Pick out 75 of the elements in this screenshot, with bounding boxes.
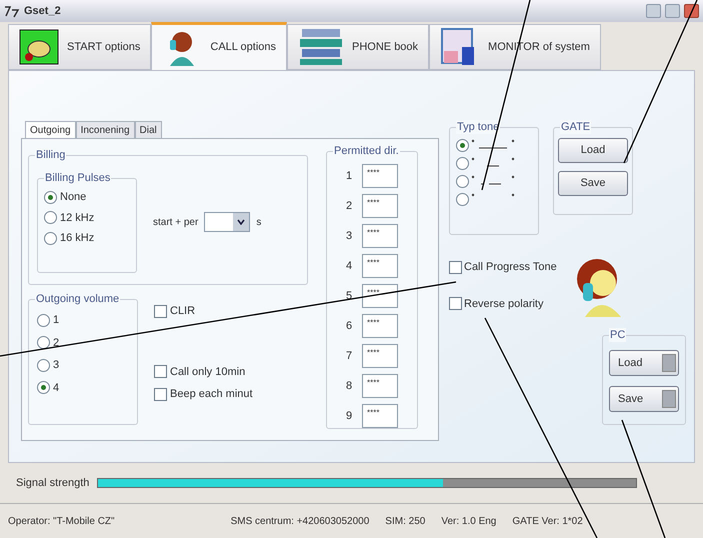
checkbox[interactable] — [154, 388, 167, 401]
row-number: 9 — [346, 408, 354, 424]
radio-label: 1 — [53, 313, 60, 328]
row-number: 3 — [346, 228, 354, 244]
row-number: 4 — [346, 258, 354, 274]
checkbox-label: Call only 10min — [170, 364, 246, 380]
pc-button[interactable]: Load — [609, 350, 679, 376]
checkbox[interactable] — [154, 365, 167, 378]
checkbox[interactable] — [449, 260, 462, 274]
gate-button[interactable]: Save — [558, 171, 628, 196]
radio-label: 3 — [53, 358, 60, 373]
radio-button[interactable] — [456, 138, 469, 152]
pc-button[interactable]: Save — [609, 386, 679, 412]
radio-label: 16 kHz — [60, 231, 94, 246]
number-field[interactable]: **** — [362, 344, 398, 368]
gate-version-text: GATE Ver: 1*02 — [512, 514, 583, 528]
checkbox[interactable] — [154, 304, 167, 318]
number-field[interactable]: **** — [362, 164, 398, 188]
row-number: 2 — [346, 198, 354, 214]
radio-button[interactable] — [37, 381, 50, 394]
sub-tab[interactable]: Dial — [134, 121, 162, 139]
version-text: Ver: 1.0 Eng — [441, 514, 496, 528]
group-title: Billing Pulses — [44, 171, 112, 185]
period-unit: s — [256, 216, 262, 230]
number-field[interactable]: **** — [362, 314, 398, 338]
sms-centre-text: SMS centrum: +420603052000 — [230, 514, 370, 528]
checkbox-label: CLIR — [170, 304, 196, 319]
sub-tab[interactable]: Outgoing — [25, 121, 76, 139]
row-number: 7 — [346, 348, 354, 364]
radio-label: None — [60, 190, 86, 205]
group-title: Billing — [35, 148, 66, 162]
radio-button[interactable] — [37, 314, 50, 327]
number-field[interactable]: **** — [362, 194, 398, 218]
group-title: PC — [609, 328, 626, 342]
row-number: 1 — [346, 168, 354, 184]
radio-button[interactable] — [44, 190, 57, 204]
window-title: Gset_2 — [24, 4, 61, 19]
period-dropdown[interactable] — [204, 212, 250, 232]
book-stack-icon — [298, 27, 344, 67]
number-field[interactable]: **** — [362, 374, 398, 398]
radio-label: 4 — [53, 380, 60, 396]
radio-button[interactable] — [456, 192, 469, 206]
row-number: 8 — [346, 378, 354, 394]
number-field[interactable]: **** — [362, 284, 398, 308]
checkbox[interactable] — [449, 297, 462, 310]
app-icon — [4, 4, 20, 18]
radio-button[interactable] — [37, 336, 50, 350]
signal-label: Signal strength — [16, 476, 90, 491]
main-tab[interactable]: CALL options — [151, 22, 288, 70]
checkbox-label: Reverse polarity — [464, 296, 544, 312]
group-title: Outgoing volume — [35, 292, 120, 306]
gate-button[interactable]: Load — [558, 138, 628, 163]
period-label: start + per — [153, 216, 198, 230]
sim-text: SIM: 250 — [385, 514, 426, 528]
number-field[interactable]: **** — [362, 224, 398, 248]
row-number: 6 — [346, 318, 354, 334]
sub-tab[interactable]: Inconening — [76, 121, 135, 139]
tone-pattern-icon — [471, 192, 515, 197]
checkbox-label: Beep each minut — [170, 387, 253, 402]
checkbox-label: Call Progress Tone — [464, 260, 557, 275]
radio-button[interactable] — [456, 156, 469, 170]
radio-label: 12 kHz — [60, 210, 94, 226]
group-title: GATE — [560, 120, 592, 134]
close-button[interactable] — [684, 4, 699, 18]
radio-button[interactable] — [44, 211, 57, 224]
number-field[interactable]: **** — [362, 404, 398, 428]
chevron-down-icon — [237, 219, 246, 225]
radio-button[interactable] — [37, 358, 50, 372]
radio-button[interactable] — [44, 232, 57, 245]
operator-text: Operator: "T-Mobile CZ" — [8, 514, 115, 528]
number-field[interactable]: **** — [362, 254, 398, 278]
radio-label: 2 — [53, 336, 60, 350]
radio-button[interactable] — [456, 174, 469, 188]
main-tab[interactable]: START options — [8, 24, 152, 70]
main-tab[interactable]: PHONE book — [287, 24, 430, 70]
